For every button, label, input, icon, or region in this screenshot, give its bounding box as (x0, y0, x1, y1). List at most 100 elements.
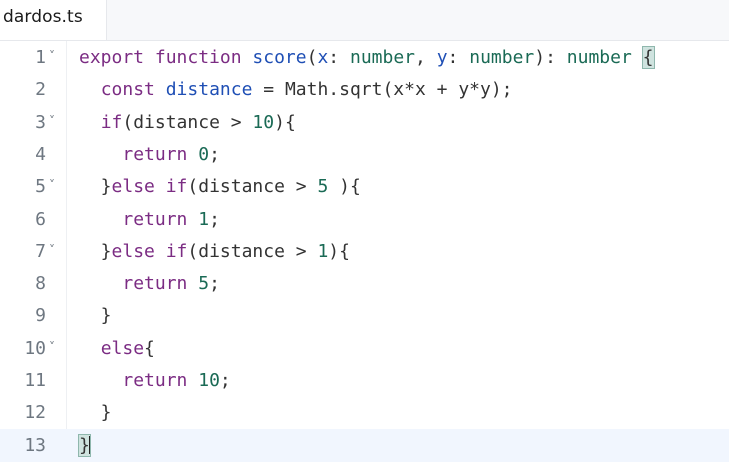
line-number: 4 (35, 143, 46, 165)
punct-token: ( (306, 47, 318, 68)
line-number: 13 (24, 434, 46, 456)
punct-token: : (447, 47, 470, 68)
expression-token: Math.sqrt(x*x + y*y); (284, 79, 513, 101)
punct-token: ; (209, 208, 220, 230)
line-number: 3 (35, 111, 46, 133)
variable-token: distance (165, 79, 253, 101)
type-token: number (469, 47, 535, 68)
punct-token: ){ (328, 176, 361, 198)
fold-chevron-icon[interactable]: ˅ (49, 243, 55, 257)
fold-chevron-icon[interactable]: ˅ (49, 114, 55, 128)
code-line[interactable]: 4 return 0; (0, 138, 729, 170)
code-text: return 5; (79, 273, 220, 294)
tab-dardos-ts[interactable]: dardos.ts (0, 0, 107, 40)
line-number: 12 (24, 402, 46, 424)
indent-token (79, 209, 122, 230)
number-token: 0 (198, 143, 210, 165)
punct-token: ; (209, 273, 220, 295)
type-token: number (349, 47, 416, 68)
code-line[interactable]: 12 } (0, 396, 729, 428)
line-number: 2 (35, 79, 46, 101)
punct-token: ): (534, 47, 567, 68)
code-text: } (79, 402, 112, 423)
number-token: 1 (317, 240, 329, 262)
code-editor[interactable]: 1 ˅ export function score(x: number, y: … (0, 41, 729, 462)
fold-chevron-icon[interactable]: ˅ (49, 340, 55, 354)
code-text: return 10; (79, 370, 231, 391)
code-line[interactable]: 10 ˅ else{ (0, 332, 729, 364)
active-code-line[interactable]: 13 } (0, 428, 729, 462)
code-text: return 0; (79, 144, 220, 165)
code-text: } (79, 305, 112, 326)
code-text: return 1; (79, 209, 220, 230)
keyword-token: else (100, 337, 145, 359)
keyword-token: const (100, 79, 155, 101)
code-text: const distance = Math.sqrt(x*x + y*y); (79, 79, 513, 100)
line-number: 6 (35, 208, 46, 230)
keyword-token: else (111, 176, 155, 198)
code-line[interactable]: 11 return 10; (0, 364, 729, 396)
code-text: }else if(distance > 1){ (79, 241, 350, 262)
keyword-token: return (122, 208, 188, 230)
code-line[interactable]: 7 ˅ }else if(distance > 1){ (0, 235, 729, 267)
code-text: export function score(x: number, y: numb… (79, 46, 655, 69)
keyword-token: function (154, 47, 242, 68)
number-token: 10 (252, 111, 275, 133)
punct-token: ; (209, 143, 220, 165)
line-number: 5 (35, 176, 46, 198)
tab-label: dardos.ts (3, 7, 83, 27)
code-line[interactable]: 3 ˅ if(distance > 10){ (0, 106, 729, 138)
code-text: else{ (79, 338, 155, 359)
indent-token (79, 144, 122, 165)
indent-token (79, 79, 101, 100)
code-text: if(distance > 10){ (79, 112, 296, 133)
punct-token: , (415, 47, 437, 68)
editor-window: dardos.ts 1 ˅ export function score(x: n… (0, 0, 729, 462)
keyword-token: if (100, 111, 123, 133)
line-number: 11 (24, 370, 46, 391)
expression-token: (distance > (122, 111, 253, 133)
keyword-token: else (111, 240, 155, 262)
keyword-token: return (122, 273, 188, 295)
fold-chevron-icon[interactable]: ˅ (49, 178, 55, 192)
param-token: x (317, 47, 329, 68)
keyword-token: return (122, 370, 188, 391)
code-line[interactable]: 2 const distance = Math.sqrt(x*x + y*y); (0, 73, 729, 105)
punct-token: } (79, 176, 112, 198)
punct-token: } (79, 402, 112, 424)
fold-chevron-icon[interactable]: ˅ (49, 49, 55, 63)
keyword-token: if (165, 176, 188, 198)
type-token: number (566, 47, 632, 68)
param-token: y (436, 47, 448, 68)
code-text: }else if(distance > 5 ){ (79, 176, 361, 197)
code-line[interactable]: 1 ˅ export function score(x: number, y: … (0, 41, 729, 73)
punct-token: ){ (328, 240, 350, 262)
number-token: 1 (198, 208, 210, 230)
line-number: 9 (35, 305, 46, 327)
text-cursor (88, 435, 91, 454)
indent-token (79, 370, 122, 391)
expression-token: (distance > (187, 240, 318, 262)
code-line[interactable]: 5 ˅ }else if(distance > 5 ){ (0, 170, 729, 202)
code-line[interactable]: 6 return 1; (0, 203, 729, 235)
punct-token: ; (219, 370, 231, 391)
number-token: 10 (198, 370, 220, 391)
line-number: 1 (35, 47, 46, 68)
code-line[interactable]: 9 } (0, 299, 729, 331)
punct-token: } (79, 240, 112, 262)
keyword-token: export (79, 47, 145, 68)
number-token: 5 (317, 176, 329, 198)
function-name-token: score (252, 47, 307, 68)
punct-token: ){ (274, 111, 296, 133)
line-number: 10 (24, 337, 46, 359)
code-line[interactable]: 8 return 5; (0, 267, 729, 299)
